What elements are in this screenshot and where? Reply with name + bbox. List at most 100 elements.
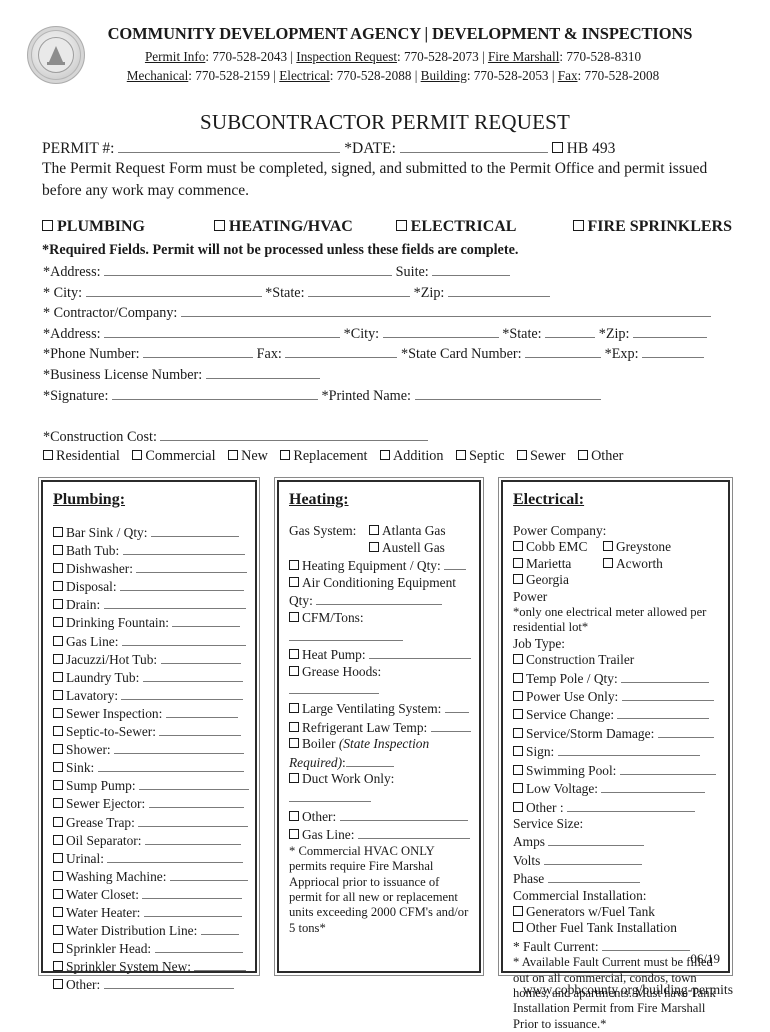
- item-input[interactable]: [148, 794, 244, 809]
- checkbox-icon[interactable]: [53, 744, 63, 755]
- checkbox-icon[interactable]: [369, 541, 379, 552]
- project-type-other[interactable]: Other: [578, 448, 623, 464]
- checkbox-icon[interactable]: [289, 721, 299, 732]
- checkbox-icon[interactable]: [513, 709, 523, 720]
- item-input[interactable]: [172, 613, 241, 628]
- construction-cost-input[interactable]: [160, 427, 429, 441]
- power-company-georgia-power[interactable]: Georgia Power: [513, 572, 603, 605]
- checkbox-icon[interactable]: [513, 541, 523, 552]
- checkbox-icon[interactable]: [53, 653, 63, 664]
- address-input[interactable]: [104, 262, 393, 276]
- phone-number-input[interactable]: [143, 344, 254, 359]
- checkbox-icon[interactable]: [43, 450, 53, 460]
- plumbing-item-sink[interactable]: Sink:: [53, 758, 247, 776]
- item-input[interactable]: [339, 807, 468, 821]
- item-input[interactable]: [619, 761, 716, 775]
- item-input[interactable]: [543, 851, 642, 865]
- plumbing-item-shower[interactable]: Shower:: [53, 740, 247, 758]
- checkbox-icon[interactable]: [53, 852, 63, 863]
- item-input[interactable]: [121, 686, 244, 700]
- permit-number-input[interactable]: [118, 139, 341, 153]
- item-input[interactable]: [121, 632, 246, 646]
- checkbox-icon[interactable]: [513, 905, 523, 916]
- plumbing-item-bath-tub[interactable]: Bath Tub:: [53, 541, 247, 559]
- project-type-new[interactable]: New: [228, 448, 268, 464]
- checkbox-icon[interactable]: [132, 450, 143, 460]
- commercial-item-generators-w-fuel-tank[interactable]: Generators w/Fuel Tank: [513, 904, 720, 920]
- date-input[interactable]: [399, 139, 548, 153]
- job-type-power-use-only[interactable]: Power Use Only:: [513, 687, 720, 705]
- item-input[interactable]: [142, 668, 243, 682]
- checkbox-icon[interactable]: [289, 576, 299, 587]
- item-input[interactable]: [122, 541, 245, 556]
- item-input[interactable]: [548, 832, 645, 847]
- plumbing-item-lavatory[interactable]: Lavatory:: [53, 686, 247, 704]
- plumbing-item-oil-separator[interactable]: Oil Separator:: [53, 831, 247, 849]
- item-input[interactable]: [194, 957, 247, 972]
- checkbox-icon[interactable]: [213, 220, 225, 231]
- checkbox-icon[interactable]: [289, 665, 299, 676]
- heating-item-other[interactable]: Other:: [289, 807, 471, 826]
- power-company-marietta[interactable]: Marietta: [513, 556, 603, 572]
- job-type-construction-trailer[interactable]: Construction Trailer: [513, 652, 720, 668]
- item-input[interactable]: [144, 831, 241, 845]
- state-input[interactable]: [308, 283, 411, 297]
- commercial-item-other-fuel-tank-installation[interactable]: Other Fuel Tank Installation: [513, 920, 720, 936]
- zip-input[interactable]: [447, 283, 550, 297]
- printed-name-input[interactable]: [414, 386, 601, 400]
- fax-input[interactable]: [285, 344, 398, 359]
- checkbox-icon[interactable]: [395, 220, 407, 231]
- checkbox-icon[interactable]: [53, 617, 63, 628]
- item-input[interactable]: [143, 903, 242, 917]
- checkbox-icon[interactable]: [53, 961, 63, 972]
- contractor-state-input[interactable]: [545, 324, 596, 338]
- gas-option-atlanta[interactable]: Atlanta Gas: [369, 523, 446, 540]
- item-input[interactable]: [617, 705, 710, 720]
- item-input[interactable]: [430, 718, 471, 732]
- item-input[interactable]: [289, 788, 371, 802]
- heating-boiler-row[interactable]: Boiler (State Inspection Required):: [289, 736, 471, 771]
- checkbox-icon[interactable]: [289, 773, 299, 784]
- contractor-address-input[interactable]: [104, 324, 341, 338]
- power-company-greystone[interactable]: Greystone: [603, 539, 671, 555]
- checkbox-icon[interactable]: [513, 922, 523, 933]
- item-input[interactable]: [97, 758, 244, 773]
- contractor-zip-input[interactable]: [633, 324, 708, 338]
- job-type-temp-pole-qty[interactable]: Temp Pole / Qty:: [513, 669, 720, 687]
- item-input[interactable]: [444, 556, 467, 571]
- checkbox-icon[interactable]: [53, 888, 63, 899]
- item-input[interactable]: [621, 669, 710, 683]
- item-input[interactable]: [444, 699, 469, 713]
- checkbox-icon[interactable]: [53, 906, 63, 917]
- heating-item-cfm-tons[interactable]: CFM/Tons:: [289, 610, 471, 645]
- gas-option-austell[interactable]: Austell Gas: [369, 540, 445, 557]
- trade-checkbox-electrical[interactable]: ELECTRICAL: [395, 218, 573, 236]
- plumbing-item-washing-machine[interactable]: Washing Machine:: [53, 867, 248, 885]
- checkbox-icon[interactable]: [513, 672, 523, 683]
- hb493-checkbox[interactable]: [551, 142, 563, 153]
- checkbox-icon[interactable]: [53, 780, 63, 791]
- suite-input[interactable]: [432, 262, 511, 276]
- checkbox-icon[interactable]: [53, 762, 63, 773]
- checkbox-icon[interactable]: [456, 450, 467, 460]
- trade-checkbox-heating-hvac[interactable]: HEATING/HVAC: [213, 218, 396, 236]
- heating-item-duct-work-only[interactable]: Duct Work Only:: [289, 771, 471, 806]
- checkbox-icon[interactable]: [513, 746, 523, 757]
- state-card-input[interactable]: [525, 344, 602, 359]
- item-input[interactable]: [547, 869, 640, 884]
- contractor-input[interactable]: [180, 303, 711, 318]
- contractor-city-input[interactable]: [382, 324, 499, 338]
- plumbing-item-drinking-fountain[interactable]: Drinking Fountain:: [53, 613, 247, 631]
- checkbox-icon[interactable]: [513, 801, 523, 812]
- item-input[interactable]: [114, 740, 244, 755]
- plumbing-item-sewer-ejector[interactable]: Sewer Ejector:: [53, 794, 247, 812]
- checkbox-icon[interactable]: [603, 541, 613, 552]
- item-input[interactable]: [154, 939, 243, 954]
- checkbox-icon[interactable]: [42, 220, 53, 231]
- heating-item-heating-equipment-qty[interactable]: Heating Equipment / Qty:: [289, 556, 471, 575]
- item-input[interactable]: [107, 849, 244, 863]
- checkbox-icon[interactable]: [280, 450, 291, 460]
- heating-item-grease-hoods[interactable]: Grease Hoods:: [289, 664, 471, 699]
- checkbox-icon[interactable]: [53, 581, 63, 592]
- heating-item-refrigerant-law-temp[interactable]: Refrigerant Law Temp:: [289, 718, 471, 737]
